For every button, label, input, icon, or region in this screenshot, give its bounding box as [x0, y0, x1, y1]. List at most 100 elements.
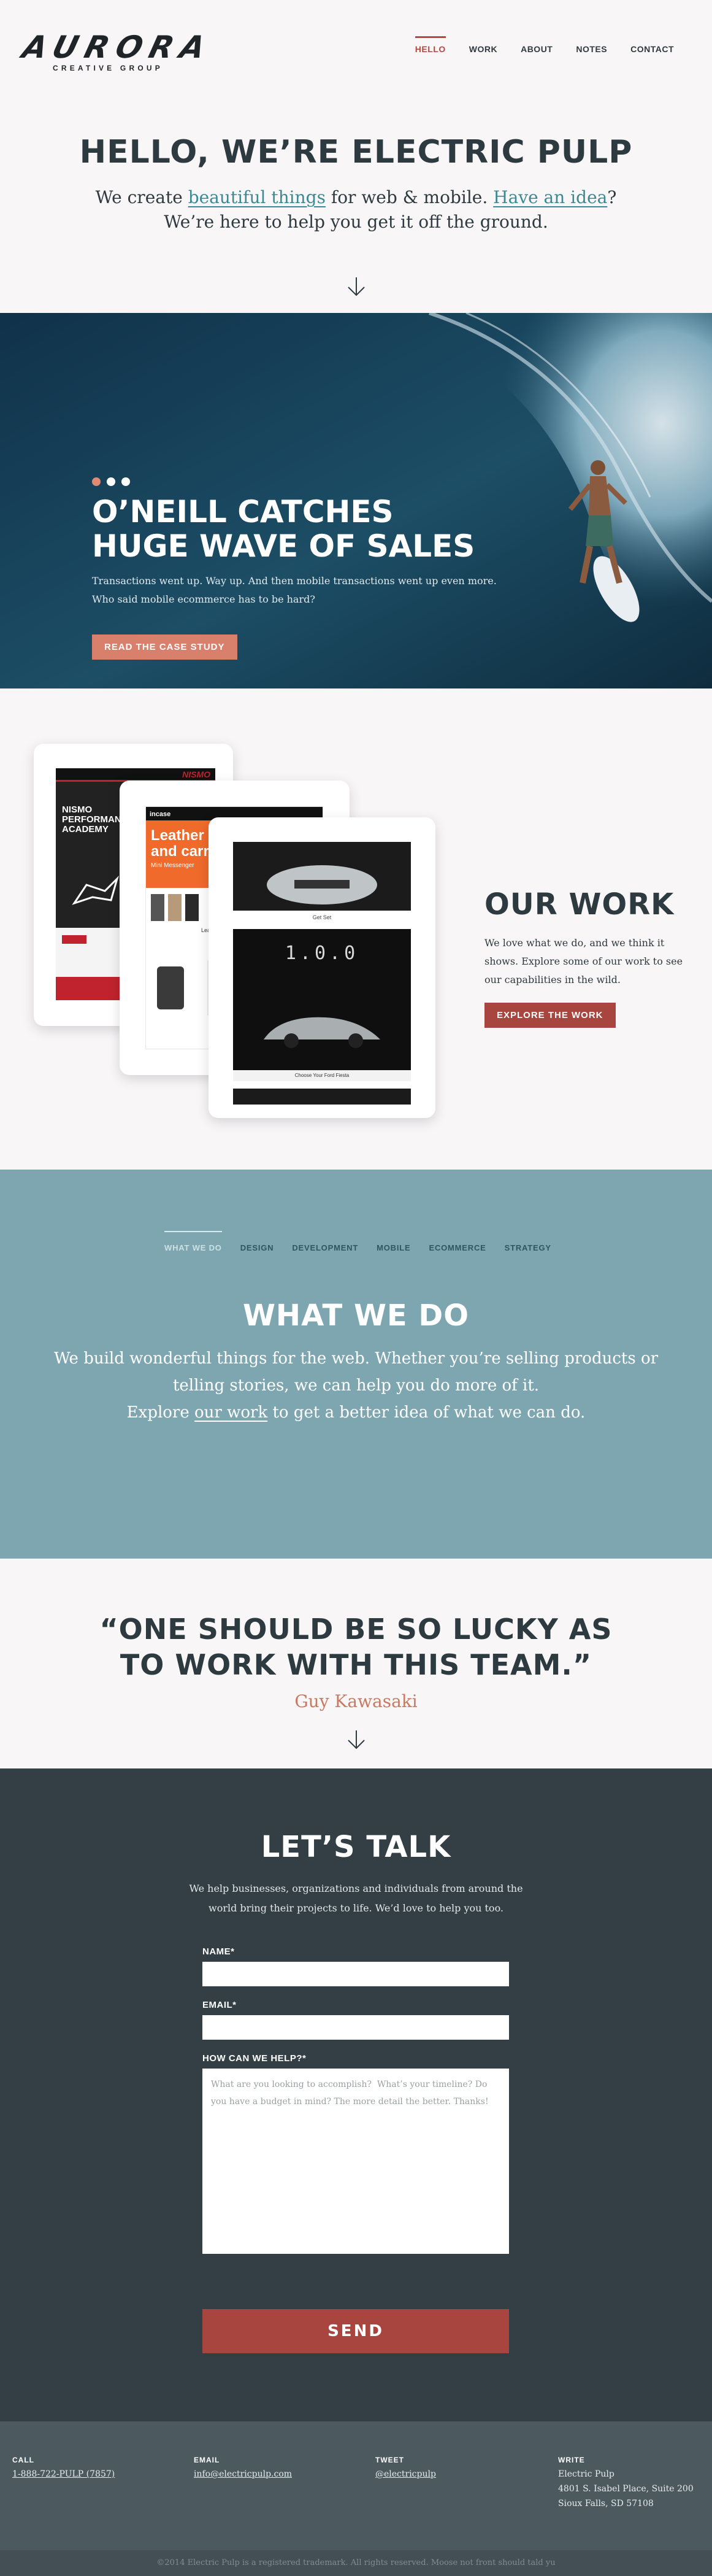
- nav-item-hello[interactable]: HELLO: [415, 36, 446, 54]
- contact-section: LET’S TALK We help businesses, organizat…: [0, 1768, 712, 2421]
- footer-call: CALL 1-888-722-PULP (7857): [12, 2456, 115, 2482]
- have-an-idea-link[interactable]: Have an idea: [493, 187, 607, 207]
- tab-design[interactable]: DESIGN: [240, 1231, 274, 1252]
- send-button[interactable]: SEND: [202, 2309, 509, 2353]
- quote-line: “ONE SHOULD BE SO LUCKY AS: [99, 1613, 613, 1646]
- copyright-bar: ©2014 Electric Pulp is a registered trad…: [0, 2550, 712, 2576]
- hero-line-1: We create beautiful things for web & mob…: [0, 185, 712, 210]
- our-work-link[interactable]: our work: [194, 1403, 267, 1422]
- email-label: EMAIL: [194, 2456, 220, 2464]
- car-front-icon: [267, 865, 377, 904]
- what-we-do-text: We build wonderful things for the web. W…: [53, 1349, 659, 1395]
- logo-subtitle: CREATIVE GROUP: [53, 64, 163, 72]
- logo-wordmark: AURORA: [18, 29, 216, 65]
- our-work-intro: OUR WORK We love what we do, and we thin…: [484, 887, 693, 1028]
- our-work-title: OUR WORK: [484, 887, 675, 922]
- case-title-line: O’NEILL CATCHES: [92, 494, 394, 530]
- car-side-icon: [264, 1017, 380, 1048]
- nav-item-contact[interactable]: CONTACT: [630, 44, 674, 54]
- contact-title: LET’S TALK: [261, 1830, 451, 1864]
- tab-ecommerce[interactable]: ECOMMERCE: [429, 1231, 486, 1252]
- testimonial-author: Guy Kawasaki: [294, 1691, 418, 1711]
- case-study-text: Transactions went up. Way up. And then m…: [92, 575, 497, 605]
- help-label: HOW CAN WE HELP?*: [202, 2053, 307, 2064]
- call-label: CALL: [12, 2456, 34, 2464]
- testimonial-quote: “ONE SHOULD BE SO LUCKY AS TO WORK WITH …: [0, 1559, 712, 1683]
- arrow-down-icon[interactable]: [346, 276, 366, 297]
- slider-dots: [92, 477, 509, 486]
- footer-email: EMAIL info@electricpulp.com: [194, 2456, 292, 2482]
- testimonial-section: “ONE SHOULD BE SO LUCKY AS TO WORK WITH …: [0, 1559, 712, 1768]
- track-map-icon: [72, 875, 120, 905]
- site-header: AURORA CREATIVE GROUP HELLO WORK ABOUT N…: [0, 0, 712, 92]
- tab-development[interactable]: DEVELOPMENT: [292, 1231, 358, 1252]
- email-field[interactable]: [202, 2015, 509, 2040]
- footer-write: WRITE Electric Pulp 4801 S. Isabel Place…: [558, 2456, 694, 2511]
- explore-work-button[interactable]: EXPLORE THE WORK: [484, 1003, 616, 1028]
- services-tabs: WHAT WE DO DESIGN DEVELOPMENT MOBILE ECO…: [164, 1231, 551, 1252]
- what-we-do-section: WHAT WE DO DESIGN DEVELOPMENT MOBILE ECO…: [0, 1170, 712, 1559]
- ford-screen: Get Set 1.0.0 Choose Your Ford Fiesta: [233, 842, 411, 1105]
- explore-line: Explore our work to get a better idea of…: [0, 1399, 712, 1426]
- hero-text: for web & mobile.: [325, 187, 494, 207]
- nav-item-work[interactable]: WORK: [469, 44, 497, 54]
- name-field[interactable]: [202, 1962, 509, 1986]
- hero-text: ?: [607, 187, 617, 207]
- case-study-content: O’NEILL CATCHES HUGE WAVE OF SALES Trans…: [92, 477, 509, 660]
- contact-intro: We help businesses, organizations and in…: [189, 1883, 523, 1914]
- case-study-section: O’NEILL CATCHES HUGE WAVE OF SALES Trans…: [0, 313, 712, 688]
- email-label: EMAIL*: [202, 2000, 237, 2010]
- our-work-section: NISMO NISMO PERFORMANCE ACADEMY incase L…: [0, 688, 712, 1170]
- email-link[interactable]: info@electricpulp.com: [194, 2467, 292, 2482]
- product-swatch: [168, 894, 182, 921]
- hero-line-2: We’re here to help you get it off the gr…: [164, 212, 548, 232]
- tab-mobile[interactable]: MOBILE: [377, 1231, 410, 1252]
- write-label: WRITE: [558, 2456, 585, 2464]
- arrow-down-icon[interactable]: [346, 1729, 366, 1750]
- explore-text: Explore: [126, 1403, 195, 1422]
- nismo-badge: [62, 935, 86, 944]
- contact-form: NAME* EMAIL* HOW CAN WE HELP?* SEND: [202, 1946, 509, 2353]
- explore-text: to get a better idea of what we can do.: [267, 1403, 586, 1422]
- incase-brand: incase: [150, 811, 171, 818]
- ford-hero-panel: 1.0.0: [233, 929, 411, 1070]
- logo[interactable]: AURORA CREATIVE GROUP: [18, 29, 216, 72]
- case-title-line: HUGE WAVE OF SALES: [92, 528, 475, 564]
- tab-what-we-do[interactable]: WHAT WE DO: [164, 1231, 222, 1252]
- backpack-image: [157, 966, 184, 1009]
- tab-strategy[interactable]: STRATEGY: [505, 1231, 551, 1252]
- quote-line: TO WORK WITH THIS TEAM.”: [120, 1648, 592, 1681]
- slider-dot[interactable]: [107, 477, 115, 486]
- hero-section: HELLO, WE’RE ELECTRIC PULP We create bea…: [0, 92, 712, 313]
- tweet-label: TWEET: [375, 2456, 404, 2464]
- ford-caption: Get Set: [312, 914, 332, 920]
- name-label: NAME*: [202, 1946, 235, 1957]
- help-textarea[interactable]: [202, 2069, 509, 2254]
- our-work-text: We love what we do, and we think it show…: [484, 937, 683, 985]
- product-swatch: [151, 894, 164, 921]
- address-line: Electric Pulp: [558, 2469, 614, 2479]
- address-line: Sioux Falls, SD 57108: [558, 2499, 654, 2509]
- nav-item-notes[interactable]: NOTES: [576, 44, 607, 54]
- hero-title: HELLO, WE’RE ELECTRIC PULP: [79, 134, 633, 171]
- beautiful-things-link[interactable]: beautiful things: [188, 187, 326, 207]
- phone-link[interactable]: 1-888-722-PULP (7857): [12, 2467, 115, 2482]
- footer-tweet: TWEET @electricpulp: [375, 2456, 436, 2482]
- nav-item-about[interactable]: ABOUT: [521, 44, 553, 54]
- ford-car-front-image: [233, 842, 411, 911]
- slider-dot[interactable]: [92, 477, 101, 486]
- site-footer: CALL 1-888-722-PULP (7857) EMAIL info@el…: [0, 2421, 712, 2550]
- main-nav: HELLO WORK ABOUT NOTES CONTACT: [415, 36, 674, 54]
- slider-dot[interactable]: [121, 477, 130, 486]
- read-case-study-button[interactable]: READ THE CASE STUDY: [92, 634, 237, 660]
- hero-text: We create: [95, 187, 188, 207]
- case-study-title: O’NEILL CATCHES HUGE WAVE OF SALES: [92, 495, 509, 563]
- ford-tablet-mockup[interactable]: Get Set 1.0.0 Choose Your Ford Fiesta: [209, 817, 435, 1118]
- product-swatch: [185, 894, 199, 921]
- twitter-link[interactable]: @electricpulp: [375, 2467, 436, 2482]
- nismo-brand: NISMO: [182, 769, 210, 779]
- address-line: 4801 S. Isabel Place, Suite 200: [558, 2484, 694, 2494]
- ford-bottom-bar: [233, 1089, 411, 1105]
- ford-counter: 1.0.0: [285, 943, 359, 964]
- ford-footer: Choose Your Ford Fiesta: [233, 1070, 411, 1081]
